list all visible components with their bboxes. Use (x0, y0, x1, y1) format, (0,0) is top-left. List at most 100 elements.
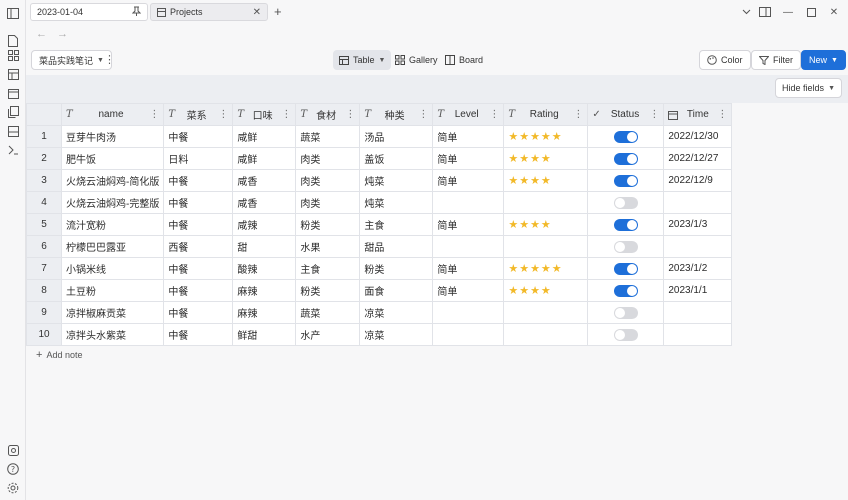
cell-level[interactable] (432, 191, 505, 214)
table-row[interactable]: 7 小锅米线 中餐 酸辣 主食 粉类 简单 ★★★★★ 2023/1/2 (26, 257, 733, 280)
cell-cuisine[interactable]: 中餐 (163, 125, 234, 148)
cell-level[interactable] (432, 323, 505, 346)
status-toggle[interactable] (613, 130, 638, 143)
cell-cuisine[interactable]: 日料 (163, 147, 234, 170)
add-note-button[interactable]: + Add note (36, 349, 82, 361)
cell-name[interactable]: 柠檬巴巴露亚 (60, 235, 165, 258)
column-menu-icon[interactable]: ⋮ (573, 109, 583, 120)
minimize-icon[interactable]: — (781, 5, 795, 19)
cell-kind[interactable]: 汤品 (359, 125, 434, 148)
table-row[interactable]: 8 土豆粉 中餐 麻辣 粉类 面食 简单 ★★★★ 2023/1/1 (26, 279, 733, 302)
cell-cuisine[interactable]: 中餐 (163, 169, 234, 192)
close-window-icon[interactable]: ✕ (827, 5, 841, 19)
cell-name[interactable]: 流汁宽粉 (60, 213, 165, 236)
view-tab-board[interactable]: Board (439, 50, 489, 70)
cell-time[interactable]: 2023/1/3 (663, 213, 733, 236)
cell-ingredient[interactable]: 粉类 (295, 279, 361, 302)
column-menu-icon[interactable]: ⋮ (418, 109, 428, 120)
column-menu-icon[interactable]: ⋮ (345, 109, 355, 120)
table-row[interactable]: 1 豆芽牛肉汤 中餐 咸鲜 蔬菜 汤品 简单 ★★★★★ 2022/12/30 (26, 125, 733, 148)
cell-kind[interactable]: 炖菜 (359, 169, 434, 192)
cell-name[interactable]: 火烧云油焖鸡-完整版 (60, 191, 165, 214)
cell-rating[interactable]: ★★★★ (503, 147, 589, 170)
cell-name[interactable]: 豆芽牛肉汤 (60, 125, 165, 148)
help-icon[interactable]: ? (6, 462, 20, 476)
table-icon[interactable] (6, 67, 20, 81)
column-menu-icon[interactable]: ⋮ (281, 109, 291, 120)
hide-fields-button[interactable]: Hide fields ▼ (775, 78, 842, 98)
cell-name[interactable]: 土豆粉 (60, 279, 165, 302)
cell-ingredient[interactable]: 粉类 (295, 213, 361, 236)
cell-level[interactable] (432, 235, 505, 258)
cell-ingredient[interactable]: 肉类 (295, 191, 361, 214)
cell-flavor[interactable]: 麻辣 (232, 279, 297, 302)
status-toggle[interactable] (613, 218, 638, 231)
cell-flavor[interactable]: 酸辣 (232, 257, 297, 280)
notebook-select[interactable]: 菜品实践笔记 ▼ (31, 50, 112, 70)
grid-icon[interactable] (6, 48, 20, 62)
column-header-time[interactable]: Time ⋮ (663, 103, 733, 126)
cell-cuisine[interactable]: 西餐 (163, 235, 234, 258)
status-toggle[interactable] (613, 262, 638, 275)
column-header-status[interactable]: ✓ Status ⋮ (587, 103, 665, 126)
cell-flavor[interactable]: 鲜甜 (232, 323, 297, 346)
column-header-ingredient[interactable]: T 食材 ⋮ (295, 103, 361, 126)
column-header-level[interactable]: T Level ⋮ (432, 103, 505, 126)
copy-icon[interactable] (6, 105, 20, 119)
cell-rating[interactable]: ★★★★ (503, 279, 589, 302)
cell-name[interactable]: 火烧云油焖鸡-简化版 (60, 169, 165, 192)
cell-rating[interactable]: ★★★★★ (503, 257, 589, 280)
cell-time[interactable]: 2023/1/1 (663, 279, 733, 302)
cell-ingredient[interactable]: 肉类 (295, 169, 361, 192)
cell-time[interactable] (663, 235, 733, 258)
more-icon[interactable]: ⋮ (104, 53, 115, 66)
cell-time[interactable]: 2022/12/27 (663, 147, 733, 170)
table-row[interactable]: 2 肥牛饭 日料 咸鲜 肉类 盖饭 简单 ★★★★ 2022/12/27 (26, 147, 733, 170)
cell-name[interactable]: 小锅米线 (60, 257, 165, 280)
gear-icon[interactable] (6, 481, 20, 495)
cell-rating[interactable] (503, 301, 589, 324)
cell-flavor[interactable]: 甜 (232, 235, 297, 258)
status-toggle[interactable] (613, 284, 638, 297)
cell-rating[interactable] (503, 235, 589, 258)
cell-level[interactable]: 简单 (432, 257, 505, 280)
cell-level[interactable]: 简单 (432, 147, 505, 170)
cell-ingredient[interactable]: 水产 (295, 323, 361, 346)
split-view-icon[interactable] (758, 5, 772, 19)
new-tab-button[interactable]: + (274, 4, 282, 19)
cell-kind[interactable]: 凉菜 (359, 301, 434, 324)
cell-cuisine[interactable]: 中餐 (163, 213, 234, 236)
cell-time[interactable] (663, 301, 733, 324)
column-header-rating[interactable]: T Rating ⋮ (503, 103, 589, 126)
column-header-flavor[interactable]: T 口味 ⋮ (232, 103, 297, 126)
table-row[interactable]: 5 流汁宽粉 中餐 咸辣 粉类 主食 简单 ★★★★ 2023/1/3 (26, 213, 733, 236)
cell-kind[interactable]: 凉菜 (359, 323, 434, 346)
cell-cuisine[interactable]: 中餐 (163, 323, 234, 346)
calendar-icon[interactable] (6, 86, 20, 100)
cell-rating[interactable]: ★★★★ (503, 213, 589, 236)
tab-daily-note[interactable]: 2023-01-04 (30, 3, 148, 21)
table-row[interactable]: 4 火烧云油焖鸡-完整版 中餐 咸香 肉类 炖菜 (26, 191, 733, 214)
cell-time[interactable]: 2022/12/30 (663, 125, 733, 148)
vault-icon[interactable] (6, 443, 20, 457)
column-menu-icon[interactable]: ⋮ (149, 109, 159, 120)
cell-flavor[interactable]: 咸鲜 (232, 125, 297, 148)
cell-kind[interactable]: 面食 (359, 279, 434, 302)
close-icon[interactable]: ✕ (253, 7, 261, 18)
cell-kind[interactable]: 炖菜 (359, 191, 434, 214)
status-toggle[interactable] (613, 328, 638, 341)
cell-flavor[interactable]: 麻辣 (232, 301, 297, 324)
cell-cuisine[interactable]: 中餐 (163, 279, 234, 302)
cell-cuisine[interactable]: 中餐 (163, 257, 234, 280)
cell-level[interactable]: 简单 (432, 169, 505, 192)
cell-cuisine[interactable]: 中餐 (163, 191, 234, 214)
tab-projects[interactable]: Projects ✕ (150, 3, 268, 21)
view-tab-table[interactable]: Table ▼ (333, 50, 392, 70)
pin-icon[interactable] (131, 6, 142, 19)
cell-flavor[interactable]: 咸香 (232, 191, 297, 214)
cell-flavor[interactable]: 咸香 (232, 169, 297, 192)
forward-arrow-icon[interactable]: → (57, 28, 68, 40)
cell-kind[interactable]: 盖饭 (359, 147, 434, 170)
cell-time[interactable] (663, 191, 733, 214)
cell-ingredient[interactable]: 蔬菜 (295, 301, 361, 324)
